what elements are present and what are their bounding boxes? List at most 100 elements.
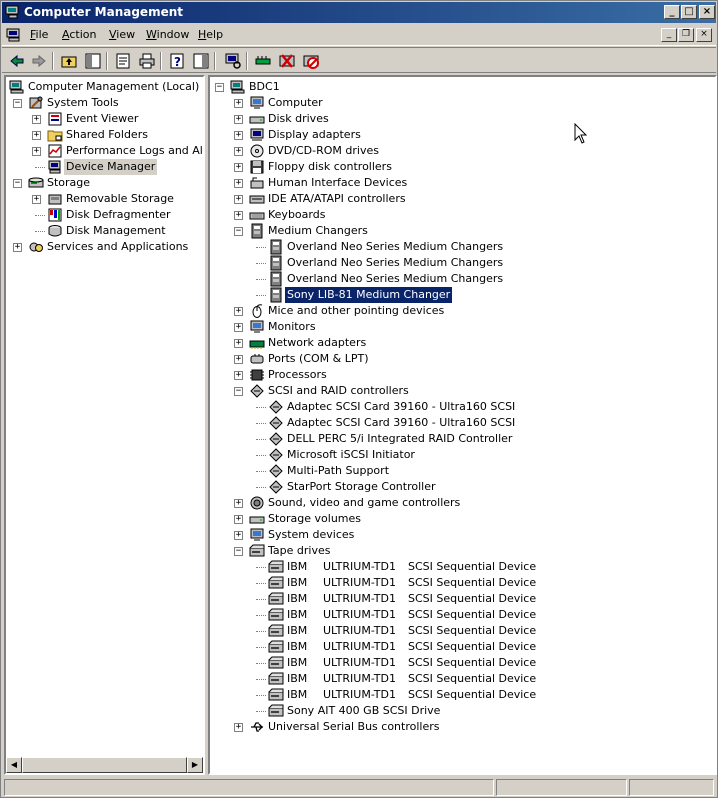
tree-node[interactable]: IBM ULTRIUM-TD1 SCSI Sequential Device: [210, 687, 715, 703]
uninstall-icon[interactable]: [278, 52, 296, 70]
expand-plus-icon[interactable]: +: [234, 115, 243, 124]
tree-node[interactable]: − Tape drives: [210, 543, 715, 559]
tree-node[interactable]: IBM ULTRIUM-TD1 SCSI Sequential Device: [210, 591, 715, 607]
tree-node[interactable]: Overland Neo Series Medium Changers: [210, 255, 715, 271]
tree-node[interactable]: + Monitors: [210, 319, 715, 335]
tree-node[interactable]: + Sound, video and game controllers: [210, 495, 715, 511]
tree-node[interactable]: + Universal Serial Bus controllers: [210, 719, 715, 735]
expand-plus-icon[interactable]: +: [234, 163, 243, 172]
tree-node[interactable]: + Disk drives: [210, 111, 715, 127]
tree-node[interactable]: + Event Viewer: [6, 111, 203, 127]
expand-plus-icon[interactable]: +: [234, 131, 243, 140]
expand-plus-icon[interactable]: +: [32, 195, 41, 204]
back-icon[interactable]: [8, 52, 26, 70]
menu-action[interactable]: Action: [62, 28, 96, 42]
tree-node[interactable]: + Storage volumes: [210, 511, 715, 527]
properties-icon[interactable]: [114, 52, 132, 70]
tree-node[interactable]: + Human Interface Devices: [210, 175, 715, 191]
tree-node[interactable]: Sony LIB-81 Medium Changer: [210, 286, 715, 304]
scroll-right-arrow-icon[interactable]: ▶: [187, 757, 203, 773]
tree-node[interactable]: IBM ULTRIUM-TD1 SCSI Sequential Device: [210, 623, 715, 639]
expand-plus-icon[interactable]: +: [234, 531, 243, 540]
tree-node[interactable]: Adaptec SCSI Card 39160 - Ultra160 SCSI: [210, 399, 715, 415]
update-driver-icon[interactable]: [254, 52, 272, 70]
tree-node[interactable]: − System Tools: [6, 95, 203, 111]
tree-node[interactable]: DELL PERC 5/i Integrated RAID Controller: [210, 431, 715, 447]
tree-node[interactable]: + DVD/CD-ROM drives: [210, 143, 715, 159]
tree-node[interactable]: IBM ULTRIUM-TD1 SCSI Sequential Device: [210, 655, 715, 671]
maximize-button[interactable]: □: [681, 5, 697, 19]
collapse-minus-icon[interactable]: −: [13, 99, 22, 108]
tree-node[interactable]: + Keyboards: [210, 207, 715, 223]
tree-node[interactable]: Multi-Path Support: [210, 463, 715, 479]
tree-node[interactable]: + Services and Applications: [6, 239, 203, 255]
menu-window[interactable]: Window: [146, 28, 189, 42]
expand-plus-icon[interactable]: +: [234, 499, 243, 508]
tree-node[interactable]: + Mice and other pointing devices: [210, 303, 715, 319]
tree-node[interactable]: Device Manager: [6, 159, 203, 175]
collapse-minus-icon[interactable]: −: [234, 387, 243, 396]
expand-plus-icon[interactable]: +: [234, 195, 243, 204]
collapse-minus-icon[interactable]: −: [234, 227, 243, 236]
expand-plus-icon[interactable]: +: [234, 723, 243, 732]
disable-icon[interactable]: [302, 52, 320, 70]
tree-node[interactable]: Disk Management: [6, 223, 203, 239]
tree-node[interactable]: Overland Neo Series Medium Changers: [210, 271, 715, 287]
tree-node[interactable]: IBM ULTRIUM-TD1 SCSI Sequential Device: [210, 559, 715, 575]
expand-plus-icon[interactable]: +: [32, 131, 41, 140]
tree-node[interactable]: Sony AIT 400 GB SCSI Drive: [210, 703, 715, 719]
collapse-minus-icon[interactable]: −: [234, 547, 243, 556]
tree-node[interactable]: + Shared Folders: [6, 127, 203, 143]
tree-node[interactable]: + Computer: [210, 95, 715, 111]
tree-node[interactable]: IBM ULTRIUM-TD1 SCSI Sequential Device: [210, 671, 715, 687]
device-tree-pane[interactable]: − BDC1 + Computer + Disk drives + Display adapt…: [208, 75, 717, 775]
tree-node[interactable]: + Removable Storage: [6, 191, 203, 207]
console-tree-pane[interactable]: Computer Management (Local) − System Tools…: [4, 75, 205, 775]
tree-node[interactable]: Microsoft iSCSI Initiator: [210, 447, 715, 463]
tree-node[interactable]: + System devices: [210, 527, 715, 543]
tree-node[interactable]: − BDC1: [210, 79, 715, 95]
tree-node[interactable]: + Network adapters: [210, 335, 715, 351]
menu-view[interactable]: View: [109, 28, 135, 42]
expand-plus-icon[interactable]: +: [32, 147, 41, 156]
up-folder-icon[interactable]: [60, 52, 78, 70]
collapse-minus-icon[interactable]: −: [13, 179, 22, 188]
tree-node[interactable]: Overland Neo Series Medium Changers: [210, 239, 715, 255]
help-icon[interactable]: ?: [168, 52, 186, 70]
horizontal-scrollbar[interactable]: ◀ ▶: [6, 757, 203, 773]
show-hide-tree-icon[interactable]: [84, 52, 102, 70]
tree-node[interactable]: − SCSI and RAID controllers: [210, 383, 715, 399]
expand-plus-icon[interactable]: +: [234, 307, 243, 316]
mdi-close-button[interactable]: ×: [696, 28, 712, 42]
expand-plus-icon[interactable]: +: [234, 371, 243, 380]
tree-node[interactable]: + Floppy disk controllers: [210, 159, 715, 175]
expand-plus-icon[interactable]: +: [234, 179, 243, 188]
expand-plus-icon[interactable]: +: [234, 211, 243, 220]
tree-node[interactable]: + Processors: [210, 367, 715, 383]
mdi-minimize-button[interactable]: _: [661, 28, 677, 42]
show-hide-action-pane-icon[interactable]: [192, 52, 210, 70]
expand-plus-icon[interactable]: +: [234, 339, 243, 348]
tree-node[interactable]: + Performance Logs and Alerts: [6, 143, 203, 159]
tree-node[interactable]: Computer Management (Local): [6, 79, 203, 95]
tree-node[interactable]: IBM ULTRIUM-TD1 SCSI Sequential Device: [210, 607, 715, 623]
mdi-restore-button[interactable]: ❐: [678, 28, 694, 42]
scroll-left-arrow-icon[interactable]: ◀: [6, 757, 22, 773]
expand-plus-icon[interactable]: +: [234, 99, 243, 108]
collapse-minus-icon[interactable]: −: [215, 83, 224, 92]
expand-plus-icon[interactable]: +: [234, 323, 243, 332]
expand-plus-icon[interactable]: +: [32, 115, 41, 124]
print-icon[interactable]: [138, 52, 156, 70]
expand-plus-icon[interactable]: +: [234, 515, 243, 524]
tree-node[interactable]: IBM ULTRIUM-TD1 SCSI Sequential Device: [210, 639, 715, 655]
close-button[interactable]: ×: [699, 5, 715, 19]
tree-node[interactable]: − Storage: [6, 175, 203, 191]
tree-node[interactable]: + IDE ATA/ATAPI controllers: [210, 191, 715, 207]
scroll-thumb[interactable]: [22, 757, 187, 773]
expand-plus-icon[interactable]: +: [13, 243, 22, 252]
tree-node[interactable]: − Medium Changers: [210, 223, 715, 239]
forward-icon[interactable]: [30, 52, 48, 70]
expand-plus-icon[interactable]: +: [234, 147, 243, 156]
tree-node[interactable]: + Display adapters: [210, 127, 715, 143]
menu-help[interactable]: Help: [198, 28, 223, 42]
